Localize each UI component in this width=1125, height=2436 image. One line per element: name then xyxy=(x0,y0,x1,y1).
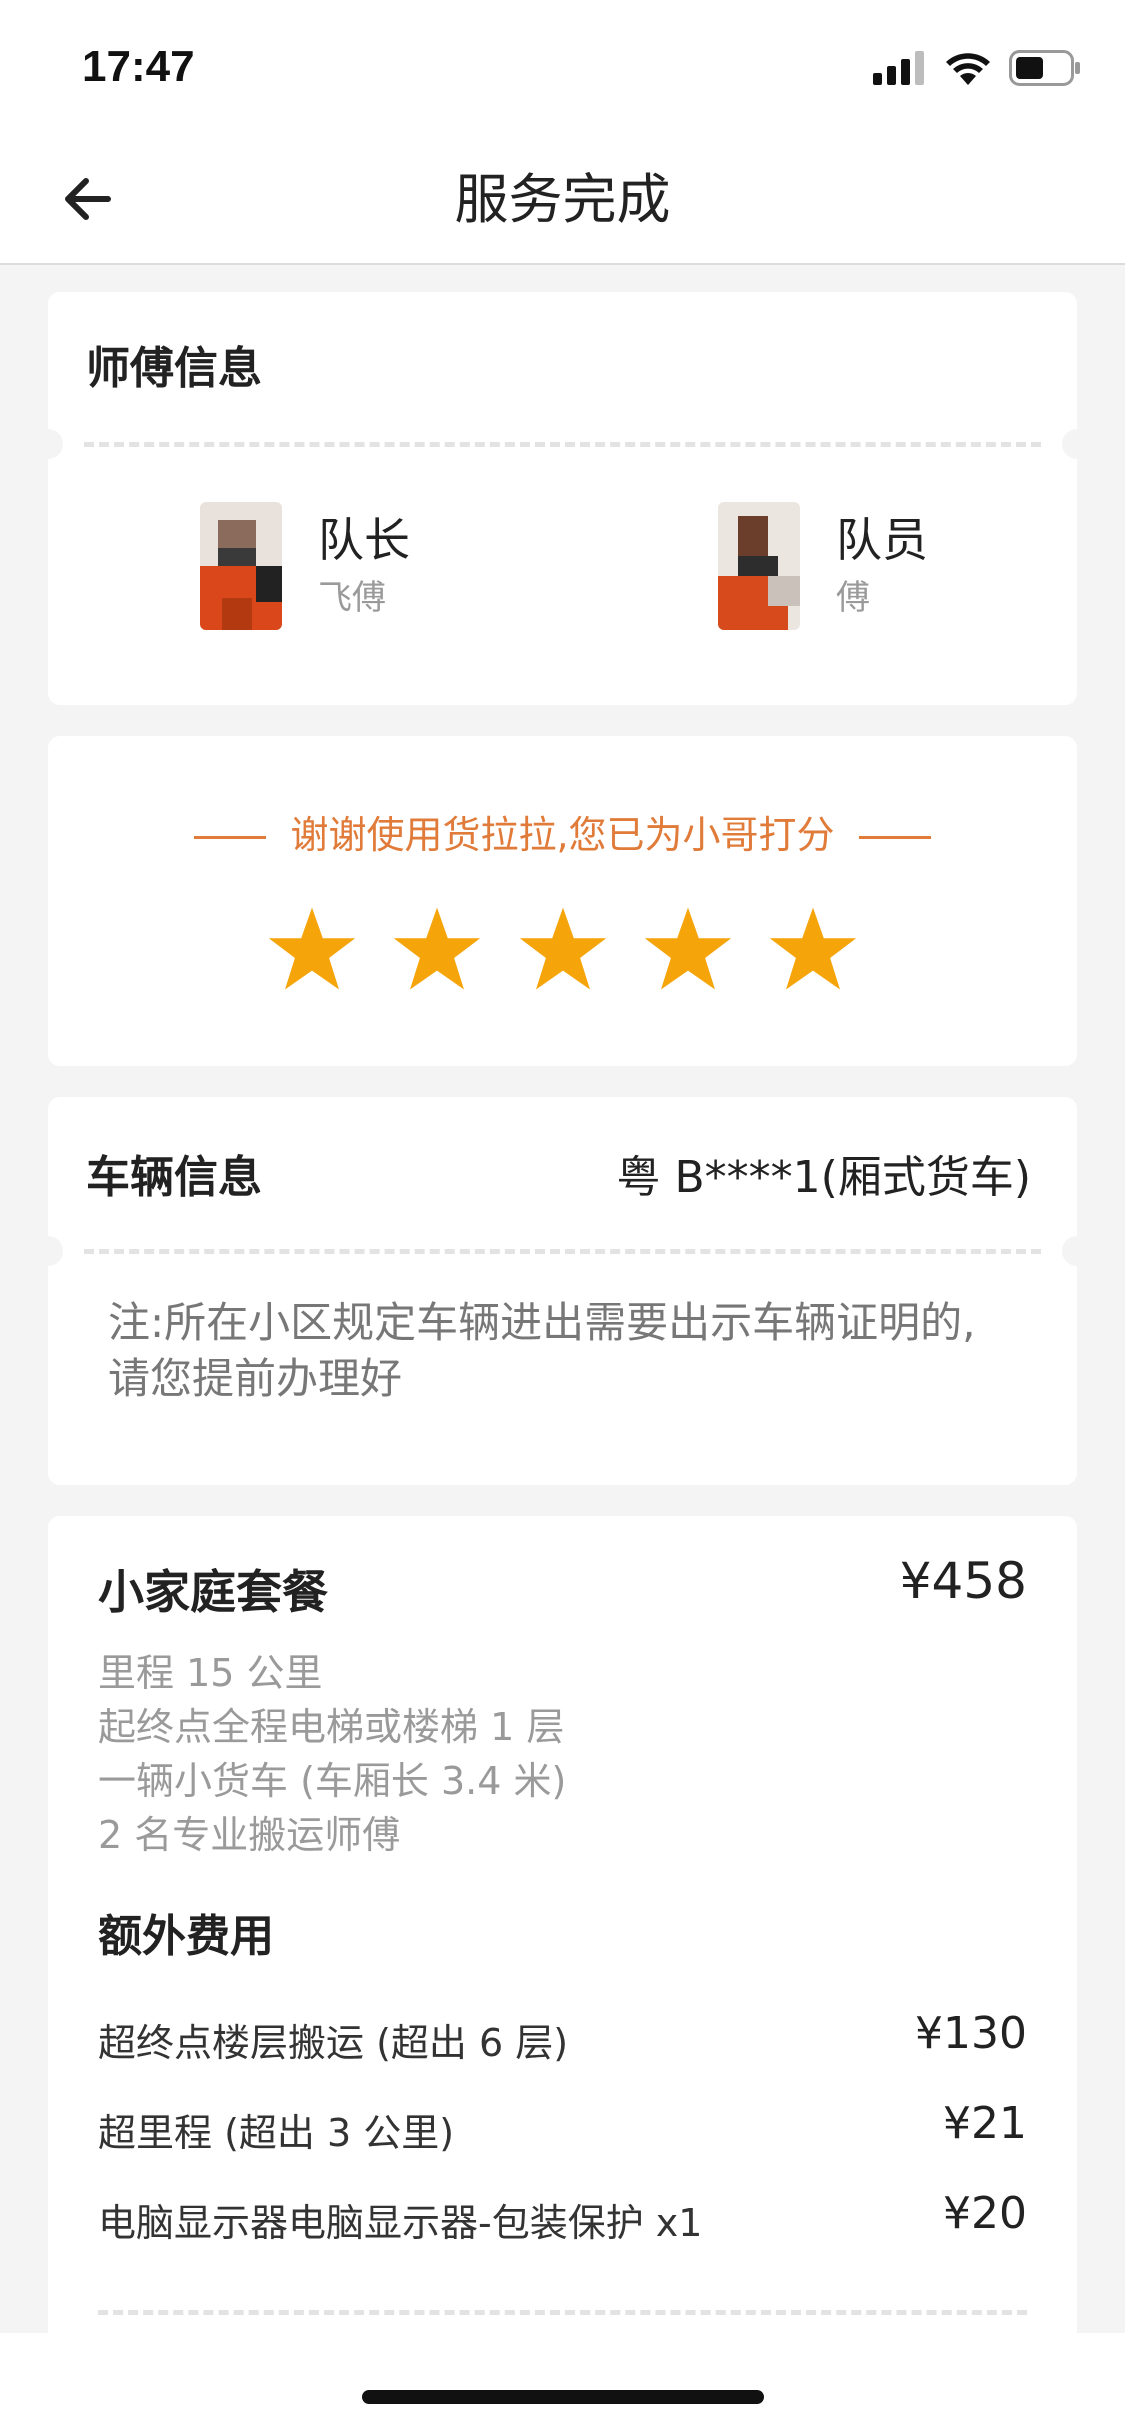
avatar xyxy=(718,502,800,630)
vehicle-card-title: 车辆信息 xyxy=(86,1152,262,1203)
nav-bar: 服务完成 xyxy=(0,135,1125,265)
rating-line-right xyxy=(858,836,931,839)
bottom-safe-area xyxy=(0,2333,1125,2436)
worker-name: 飞傅 xyxy=(318,578,386,618)
worker-role: 队员 xyxy=(836,513,928,567)
package-detail: 2 名专业搬运师傅 xyxy=(98,1813,401,1857)
fee-label: 超终点楼层搬运 (超出 6 层) xyxy=(98,2021,569,2065)
package-detail: 起终点全程电梯或楼梯 1 层 xyxy=(98,1705,565,1749)
star-rating xyxy=(48,904,1077,998)
wifi-icon xyxy=(946,53,990,85)
vehicle-note: 注:所在小区规定车辆进出需要出示车辆证明的,请您提前办理好 xyxy=(108,1298,976,1403)
cellular-signal-icon xyxy=(873,51,924,85)
status-time: 17:47 xyxy=(82,42,195,91)
package-card: 小家庭套餐 ¥458 里程 15 公里 起终点全程电梯或楼梯 1 层 一辆小货车… xyxy=(48,1516,1077,2356)
vehicle-card: 车辆信息 粤 B****1(厢式货车) 注:所在小区规定车辆进出需要出示车辆证明… xyxy=(33,1097,1092,1485)
package-details: 里程 15 公里 起终点全程电梯或楼梯 1 层 一辆小货车 (车厢长 3.4 米… xyxy=(98,1646,566,1862)
rating-card: 谢谢使用货拉拉,您已为小哥打分 xyxy=(48,736,1077,1066)
fee-amount: ¥20 xyxy=(943,2188,1027,2239)
fee-amount: ¥130 xyxy=(915,2008,1027,2059)
star-icon[interactable] xyxy=(392,904,482,994)
workers-card: 师傅信息 队长 飞傅 队员 傅 xyxy=(33,292,1092,705)
rating-text: 谢谢使用货拉拉,您已为小哥打分 xyxy=(290,813,835,857)
home-indicator[interactable] xyxy=(362,2390,764,2404)
divider-notch-right xyxy=(1062,429,1092,459)
avatar xyxy=(200,502,282,630)
extra-fees-title: 额外费用 xyxy=(98,1911,274,1962)
status-icons xyxy=(873,48,1081,88)
dashed-divider xyxy=(84,1249,1041,1254)
fee-amount: ¥21 xyxy=(943,2098,1027,2149)
divider-notch-left xyxy=(33,429,63,459)
package-price: ¥458 xyxy=(899,1552,1027,1610)
rating-line-left xyxy=(194,836,267,839)
package-name: 小家庭套餐 xyxy=(98,1565,328,1619)
rating-message: 谢谢使用货拉拉,您已为小哥打分 xyxy=(48,804,1077,859)
page-title: 服务完成 xyxy=(454,168,671,231)
battery-icon xyxy=(1009,50,1080,86)
license-plate: 粤 B****1(厢式货车) xyxy=(616,1152,1032,1203)
dashed-divider xyxy=(84,442,1041,447)
worker-role: 队长 xyxy=(318,513,410,567)
dashed-divider xyxy=(98,2310,1027,2315)
star-icon[interactable] xyxy=(267,904,357,994)
star-icon[interactable] xyxy=(518,904,608,994)
workers-card-title: 师傅信息 xyxy=(86,343,262,394)
fee-row: 电脑显示器电脑显示器-包装保护 x1 ¥20 xyxy=(98,2188,1027,2252)
fee-row: 超终点楼层搬运 (超出 6 层) ¥130 xyxy=(98,2008,1027,2072)
fee-label: 超里程 (超出 3 公里) xyxy=(98,2111,455,2155)
worker-name: 傅 xyxy=(836,578,870,618)
package-detail: 里程 15 公里 xyxy=(98,1651,323,1695)
status-bar: 17:47 xyxy=(0,0,1125,135)
fee-row: 超里程 (超出 3 公里) ¥21 xyxy=(98,2098,1027,2162)
fee-label: 电脑显示器电脑显示器-包装保护 x1 xyxy=(98,2201,703,2245)
star-icon[interactable] xyxy=(643,904,733,994)
package-detail: 一辆小货车 (车厢长 3.4 米) xyxy=(98,1759,567,1803)
divider-notch-right xyxy=(1062,1236,1092,1266)
star-icon[interactable] xyxy=(768,904,858,994)
divider-notch-left xyxy=(33,1236,63,1266)
